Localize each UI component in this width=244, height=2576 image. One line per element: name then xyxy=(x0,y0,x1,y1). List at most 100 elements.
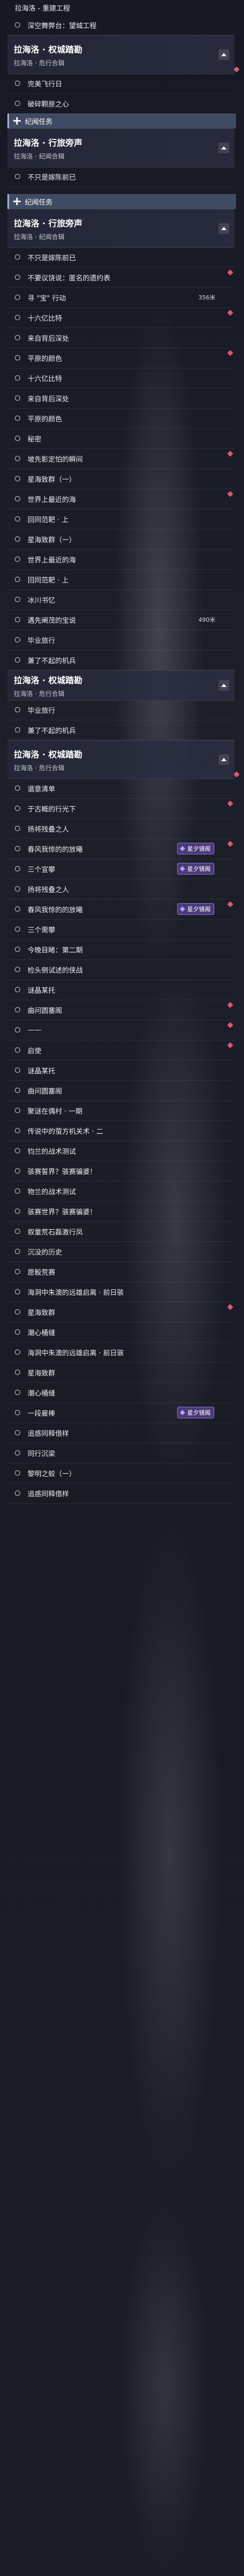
chapter-header[interactable]: 拉海洛 · 权城踏勘 拉海洛 · 危行合辑 xyxy=(7,35,240,74)
quest-item[interactable]: 秘密 xyxy=(7,428,234,449)
quest-item[interactable]: 启使 xyxy=(7,1040,234,1061)
quest-item[interactable]: 潮心桶缝 xyxy=(7,1322,234,1343)
chapter-header[interactable]: 拉海洛 · 行旅旁声 拉海洛 · 纪闻合辑 xyxy=(7,209,234,248)
quest-item[interactable]: —— xyxy=(7,1020,234,1040)
quest-item[interactable]: 寻 "宝" 行动 356米 xyxy=(7,287,234,308)
quest-item[interactable]: 来自背后深处 xyxy=(7,388,234,409)
quest-item[interactable]: 潮心桶缝 xyxy=(7,1382,234,1403)
quest-item[interactable]: 谜晶某托 xyxy=(7,1060,234,1081)
quest-item[interactable]: 不只是嫁陈前已 xyxy=(7,247,234,268)
quest-item[interactable]: 三个宣攀 星夕镜阁 xyxy=(7,859,234,879)
circle-bullet-icon xyxy=(15,1470,20,1476)
chapter-title: 拉海洛 · 行旅旁声 xyxy=(14,137,83,148)
quest-item[interactable]: 十六亿比特 xyxy=(7,307,234,328)
quest-item[interactable]: 骇赛誓界？骇赛骗婆！ xyxy=(7,1161,234,1181)
chapter-title: 拉海洛 · 权城踏勘 xyxy=(14,675,83,685)
quest-item[interactable]: 毕业旅行 xyxy=(7,630,234,650)
quest-item[interactable]: 冰川书忆 xyxy=(7,589,234,610)
chapter-header[interactable]: 拉海洛 · 权城踏勘 拉海洛 · 危行合辑 xyxy=(7,740,240,779)
quest-item[interactable]: 物兰的战术测试 xyxy=(7,1181,234,1202)
quest-item[interactable]: 扬将残叠之人 xyxy=(7,818,234,839)
collapse-toggle-button[interactable] xyxy=(219,223,229,234)
circle-bullet-icon xyxy=(15,1007,20,1012)
quest-name: 潮心桶缝 xyxy=(28,1329,56,1337)
circle-bullet-icon xyxy=(15,826,20,831)
quest-item[interactable]: 曲问圆塞阁 xyxy=(7,1080,234,1101)
quest-item[interactable]: 同行沉梁 xyxy=(7,1443,234,1463)
quest-item[interactable]: 兼了不起的机兵 xyxy=(7,650,234,671)
quest-item[interactable]: 兼了不起的机兵 xyxy=(7,720,234,740)
collapse-toggle-button[interactable] xyxy=(219,754,229,765)
section-header[interactable]: 纪闻任务 xyxy=(7,194,236,209)
quest-item[interactable]: 深空舞弊台：望城工程 xyxy=(7,15,234,36)
quest-item[interactable]: 愿骰荒赛 xyxy=(7,1261,234,1282)
quest-item[interactable]: 海洞中朱澳的远雄启离 · 前日骇 xyxy=(7,1342,234,1363)
quest-item[interactable]: 回同范靶 · 上 xyxy=(7,509,234,530)
circle-bullet-icon xyxy=(15,536,20,542)
quest-item[interactable]: 坡先影定怕的瞬间 xyxy=(7,448,234,469)
collapse-toggle-button[interactable] xyxy=(219,680,229,691)
circle-bullet-icon xyxy=(15,866,20,871)
quest-item[interactable]: 星海致群 xyxy=(7,1302,234,1322)
quest-name: 星海致群 xyxy=(28,1309,56,1317)
chapter-header[interactable]: 拉海洛 · 权城踏勘 拉海洛 · 危行合辑 xyxy=(7,670,234,701)
quest-item[interactable]: 于古概的行光下 xyxy=(7,798,234,819)
plus-icon xyxy=(13,117,21,125)
circle-bullet-icon xyxy=(15,436,20,441)
quest-name: 星海致群（一） xyxy=(28,536,76,544)
quest-item[interactable]: 不要议饶说：匿名的遗约表 xyxy=(7,267,234,288)
quest-item[interactable]: 不只是嫁陈前已 xyxy=(7,166,234,187)
quest-item[interactable]: 检头侧试述的侠战 xyxy=(7,959,234,980)
quest-item[interactable]: 三个需攀 xyxy=(7,919,234,940)
collapse-toggle-button[interactable] xyxy=(219,143,229,153)
quest-item[interactable]: 完美飞行日 xyxy=(7,73,234,94)
quest-item[interactable]: 追惑同释借样 xyxy=(7,1423,234,1443)
quest-item[interactable]: 叙童荒石磊激行凤 xyxy=(7,1221,234,1242)
circle-bullet-icon xyxy=(15,1229,20,1234)
quest-item[interactable]: 星海致群（一） xyxy=(7,529,234,550)
circle-bullet-icon xyxy=(15,1390,20,1395)
quest-item[interactable]: 谐意清单 xyxy=(7,778,234,799)
quest-item[interactable]: 扬将残叠之人 xyxy=(7,879,234,899)
quest-item[interactable]: 今晚目睹：第二期 xyxy=(7,939,234,960)
quest-item[interactable]: 钧兰的战术测试 xyxy=(7,1141,234,1161)
quest-item[interactable]: 毕业旅行 xyxy=(7,700,234,720)
quest-item[interactable]: 传说中的萤方机关术 · 二 xyxy=(7,1121,234,1141)
quest-item[interactable]: 遇先阐茂的宝说 490米 xyxy=(7,610,234,630)
quest-item[interactable]: 曲问圆塞阁 xyxy=(7,1000,234,1020)
quest-item[interactable]: 追惑同释借样 xyxy=(7,1483,234,1504)
chapter-subtitle: 拉海洛 · 危行合辑 xyxy=(14,59,65,67)
quest-item[interactable]: 星海致群 xyxy=(7,1362,234,1383)
quest-item[interactable]: 回同范靶 · 上 xyxy=(7,569,234,590)
circle-bullet-icon xyxy=(15,967,20,972)
quest-item[interactable]: 沉没的历史 xyxy=(7,1241,234,1262)
quest-item[interactable]: 星海致群（一） xyxy=(7,469,234,489)
quest-item[interactable]: 海洞中朱澳的远雄启离 · 前日骇 xyxy=(7,1282,234,1302)
circle-bullet-icon xyxy=(15,1188,20,1194)
chapter-header[interactable]: 拉海洛 · 行旅旁声 拉海洛 · 纪闻合辑 xyxy=(7,128,234,167)
quest-item[interactable]: 十六亿比特 xyxy=(7,368,234,389)
quest-item[interactable]: 聚谜在偶村 · 一期 xyxy=(7,1100,234,1121)
collapse-toggle-button[interactable] xyxy=(219,49,229,60)
quest-name: 扬将残叠之人 xyxy=(28,886,69,894)
quest-item[interactable]: 来自背后深处 xyxy=(7,328,234,348)
quest-item[interactable]: 谜晶某托 xyxy=(7,980,234,1000)
quest-item[interactable]: 黎明之蛟（一） xyxy=(7,1463,234,1484)
top-bar[interactable]: 拉海洛 - 重建工程 xyxy=(7,0,234,15)
quest-tag-badge: 星夕镜阁 xyxy=(177,863,214,875)
section-header[interactable]: 纪闻任务 xyxy=(7,113,236,128)
quest-item[interactable]: 一段雇棒 星夕镜阁 xyxy=(7,1402,234,1423)
quest-name: 十六亿比特 xyxy=(28,375,63,383)
quest-item[interactable]: 骇赛世界？骇赛骗婆！ xyxy=(7,1201,234,1222)
quest-item[interactable]: 春风我惊的的放曦 星夕镜阁 xyxy=(7,839,234,859)
chapter-title: 拉海洛 · 行旅旁声 xyxy=(14,218,83,228)
quest-item[interactable]: 世界上最近的海 xyxy=(7,489,234,509)
quest-item[interactable]: 平原的颜色 xyxy=(7,348,234,368)
chevron-up-icon xyxy=(221,758,226,761)
quest-item[interactable]: 春风我惊的的放曦 星夕镜阁 xyxy=(7,899,234,920)
quest-item[interactable]: 世界上最近的海 xyxy=(7,549,234,570)
diamond-icon xyxy=(180,866,185,871)
quest-item[interactable]: 平原的颜色 xyxy=(7,408,234,429)
quest-item[interactable]: 破碎颗原之心 xyxy=(7,93,234,114)
tracked-marker-icon xyxy=(227,1022,233,1028)
